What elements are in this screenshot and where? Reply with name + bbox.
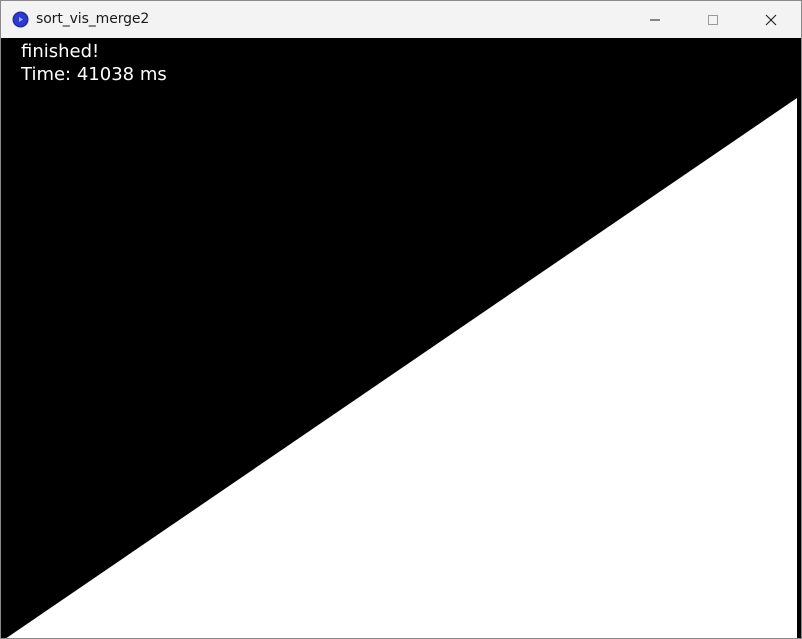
canvas-right-edge [797, 38, 801, 638]
sorted-bars-area [6, 98, 797, 638]
sorted-bars-visualization [6, 38, 801, 638]
minimize-icon [650, 19, 660, 20]
close-button[interactable] [742, 1, 800, 38]
minimize-button[interactable] [626, 1, 684, 38]
sketch-canvas[interactable]: finished! Time: 41038 ms [1, 38, 801, 638]
maximize-icon [708, 14, 718, 25]
elapsed-time-text: Time: 41038 ms [21, 64, 167, 85]
maximize-button[interactable] [684, 1, 742, 38]
app-window: sort_vis_merge2 finished! Time: 41038 ms [0, 0, 802, 639]
status-text: finished! [21, 41, 100, 62]
app-icon [12, 11, 29, 28]
title-bar[interactable]: sort_vis_merge2 [1, 1, 801, 38]
close-icon [765, 14, 777, 25]
window-title: sort_vis_merge2 [36, 11, 150, 27]
